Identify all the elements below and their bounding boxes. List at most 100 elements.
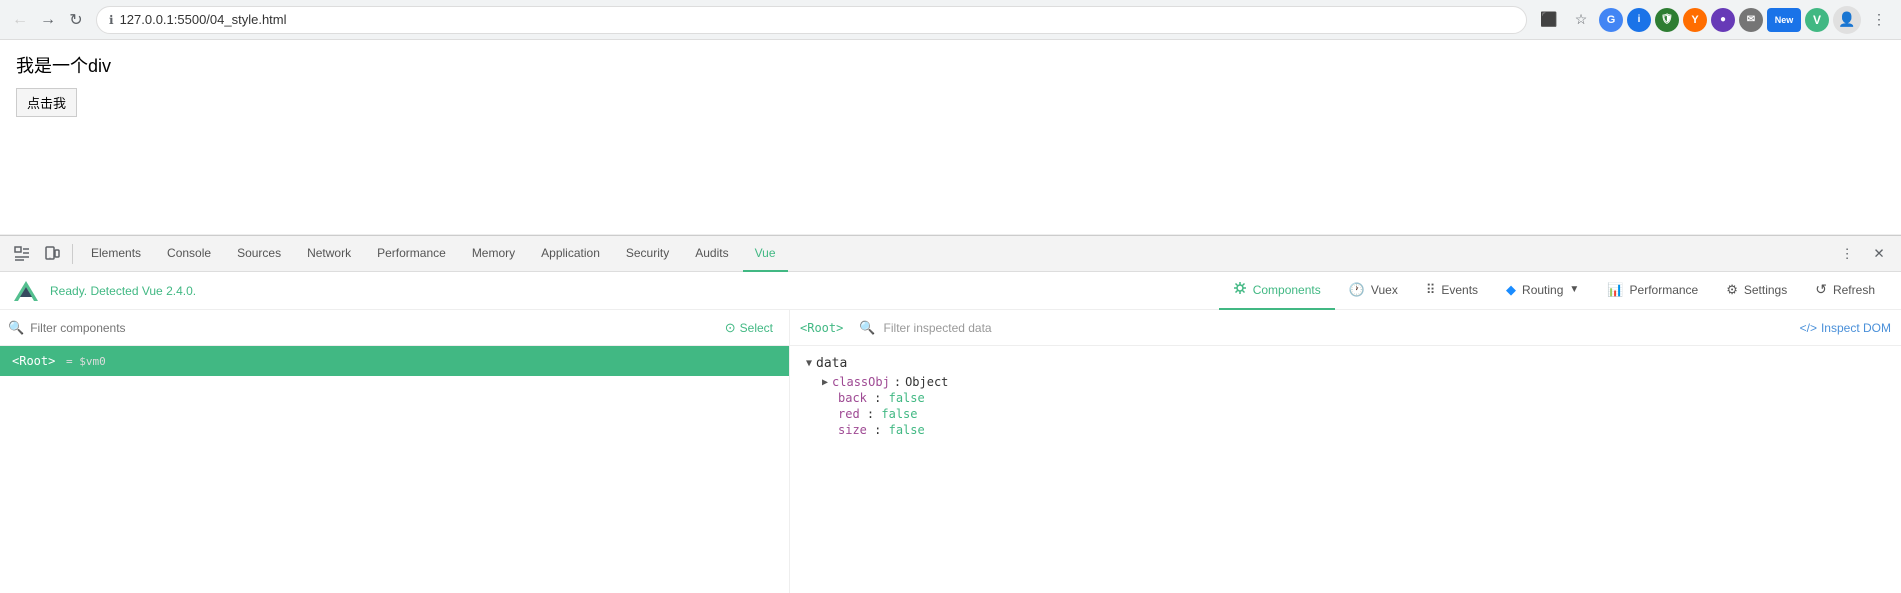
vue-nav-refresh-label: Refresh [1833, 283, 1875, 297]
ext-y-icon[interactable]: Y [1683, 8, 1707, 32]
data-key-header: ▼ data [806, 356, 1885, 371]
ext-shield-icon[interactable]: 🛡 [1655, 8, 1679, 32]
vue-ext-icon[interactable]: V [1805, 8, 1829, 32]
data-section-label: data [816, 356, 847, 371]
ext-blue-icon[interactable]: i [1627, 8, 1651, 32]
refresh-icon: ↺ [1815, 281, 1827, 298]
routing-icon: ◆ [1506, 282, 1516, 298]
data-size-row: size : false [806, 423, 1885, 437]
devtools-right-icons: ⋮ ✕ [1833, 240, 1893, 268]
settings-icon: ⚙ [1726, 282, 1738, 298]
component-vm-label: = $vm0 [59, 355, 105, 368]
select-circle-icon: ⊙ [725, 320, 736, 336]
tab-memory[interactable]: Memory [460, 236, 527, 272]
tab-performance[interactable]: Performance [365, 236, 458, 272]
back-button[interactable]: ← [8, 8, 32, 32]
root-tag-label: <Root> [800, 321, 843, 335]
tab-console[interactable]: Console [155, 236, 223, 272]
right-search-icon: 🔍 [859, 320, 875, 336]
vuex-icon: 🕐 [1349, 282, 1365, 298]
data-back-row: back : false [806, 391, 1885, 405]
devtools-more-button[interactable]: ⋮ [1833, 240, 1861, 268]
performance-icon: 📊 [1607, 282, 1623, 298]
inspect-element-button[interactable] [8, 240, 36, 268]
right-content: ▼ data ▶ classObj : Object back : f [790, 346, 1901, 593]
component-item-root[interactable]: <Root> = $vm0 [0, 346, 789, 376]
page-content: 我是一个div 点击我 [0, 40, 1901, 235]
classobj-colon: : [894, 375, 901, 389]
tab-audits[interactable]: Audits [683, 236, 740, 272]
reload-button[interactable]: ↻ [64, 8, 88, 32]
inspect-dom-icon: </> [1800, 321, 1817, 335]
vue-nav-events-label: Events [1441, 283, 1478, 297]
vue-nav-performance-label: Performance [1630, 283, 1699, 297]
vue-nav-components[interactable]: Components [1219, 272, 1335, 310]
device-toolbar-button[interactable] [38, 240, 66, 268]
select-button-label: Select [740, 321, 773, 335]
address-bar[interactable]: ℹ 127.0.0.1:5500/04_style.html [96, 6, 1527, 34]
right-pane: <Root> 🔍 Filter inspected data </> Inspe… [790, 310, 1901, 593]
filter-bar: 🔍 ⊙ Select [0, 310, 789, 346]
lock-icon: ℹ [109, 13, 114, 27]
filter-search-icon: 🔍 [8, 320, 24, 336]
menu-icon[interactable]: ⋮ [1865, 6, 1893, 34]
vue-header: Ready. Detected Vue 2.4.0. [0, 272, 1901, 310]
red-key: red [838, 407, 860, 421]
classobj-key: classObj [832, 375, 890, 389]
ext-mail-icon[interactable]: ✉ [1739, 8, 1763, 32]
vue-nav-vuex-label: Vuex [1371, 283, 1398, 297]
select-button[interactable]: ⊙ Select [717, 316, 781, 340]
events-icon: ⠿ [1426, 282, 1436, 298]
vue-ready-text: Ready. Detected Vue 2.4.0. [50, 284, 196, 298]
vue-logo-icon [12, 277, 40, 305]
red-colon: : [867, 407, 881, 421]
classobj-type: Object [905, 375, 948, 389]
left-pane: 🔍 ⊙ Select <Root> = $vm0 [0, 310, 790, 593]
ext-circle-icon[interactable]: ● [1711, 8, 1735, 32]
vue-nav-routing[interactable]: ◆ Routing ▼ [1492, 272, 1593, 310]
bookmark-icon[interactable]: ☆ [1567, 6, 1595, 34]
browser-chrome: ← → ↻ ℹ 127.0.0.1:5500/04_style.html ⬛ ☆… [0, 0, 1901, 40]
tab-sources[interactable]: Sources [225, 236, 293, 272]
back-key: back [838, 391, 867, 405]
back-colon: : [874, 391, 888, 405]
filter-inspected-placeholder: Filter inspected data [884, 321, 992, 335]
vue-nav-refresh[interactable]: ↺ Refresh [1801, 272, 1889, 310]
data-classobj-row: ▶ classObj : Object [806, 375, 1885, 389]
vue-main-content: 🔍 ⊙ Select <Root> = $vm0 <R [0, 310, 1901, 593]
data-section: ▼ data ▶ classObj : Object back : f [806, 356, 1885, 437]
devtools-close-button[interactable]: ✕ [1865, 240, 1893, 268]
vue-nav-events[interactable]: ⠿ Events [1412, 272, 1492, 310]
vue-nav-performance[interactable]: 📊 Performance [1593, 272, 1712, 310]
components-icon [1233, 281, 1247, 298]
red-value: false [881, 407, 917, 421]
page-click-button[interactable]: 点击我 [16, 88, 77, 117]
cast-icon[interactable]: ⬛ [1535, 6, 1563, 34]
data-triangle-icon: ▼ [806, 358, 812, 369]
routing-dropdown-icon: ▼ [1569, 284, 1579, 295]
component-tag: <Root> [12, 354, 55, 368]
vue-nav-vuex[interactable]: 🕐 Vuex [1335, 272, 1412, 310]
inspect-dom-button[interactable]: </> Inspect DOM [1800, 321, 1891, 335]
tab-security[interactable]: Security [614, 236, 681, 272]
vue-nav-settings-label: Settings [1744, 283, 1787, 297]
filter-components-input[interactable] [30, 321, 711, 335]
google-color-icon[interactable]: G [1599, 8, 1623, 32]
vue-nav-settings[interactable]: ⚙ Settings [1712, 272, 1801, 310]
tab-elements[interactable]: Elements [79, 236, 153, 272]
devtools-panel: Elements Console Sources Network Perform… [0, 235, 1901, 593]
ext-new-icon[interactable]: New [1767, 8, 1801, 32]
right-header: <Root> 🔍 Filter inspected data </> Inspe… [790, 310, 1901, 346]
forward-button[interactable]: → [36, 8, 60, 32]
url-text: 127.0.0.1:5500/04_style.html [120, 12, 287, 27]
tab-application[interactable]: Application [529, 236, 612, 272]
size-key: size [838, 423, 867, 437]
profile-icon[interactable]: 👤 [1833, 6, 1861, 34]
vue-nav-routing-label: Routing [1522, 283, 1563, 297]
size-value: false [889, 423, 925, 437]
data-red-row: red : false [806, 407, 1885, 421]
tab-vue[interactable]: Vue [743, 236, 788, 272]
devtools-toolbar: Elements Console Sources Network Perform… [0, 236, 1901, 272]
nav-buttons: ← → ↻ [8, 8, 88, 32]
tab-network[interactable]: Network [295, 236, 363, 272]
